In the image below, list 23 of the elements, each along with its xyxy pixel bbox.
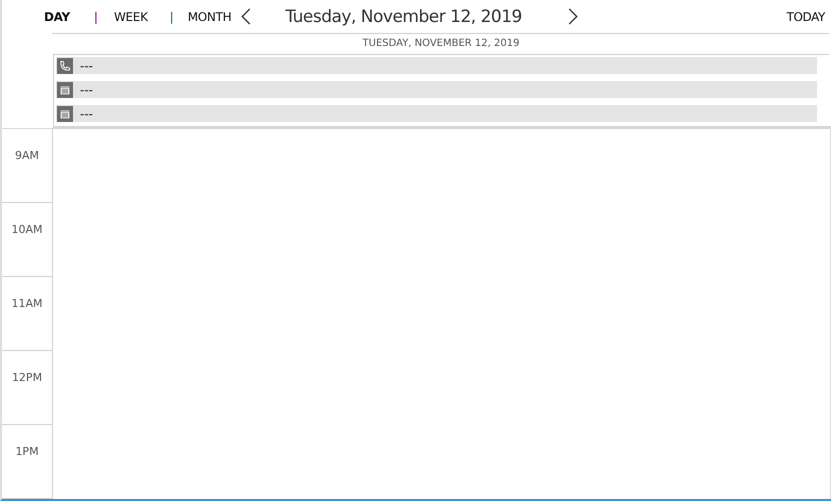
all-day-event[interactable]: --- [56,57,817,74]
phone-icon [57,58,73,74]
view-tab[interactable]: MONTH [188,10,232,24]
hour-label: 9AM [2,129,53,203]
separator: | [94,10,98,24]
all-day-event[interactable]: --- [56,81,817,98]
previous-button[interactable] [241,6,252,26]
day-header: TUESDAY, NOVEMBER 12, 2019 [53,34,829,55]
calendar-icon [57,82,73,98]
chevron-left-icon [241,8,252,25]
hour-label: 11AM [2,277,53,351]
chevron-right-icon [568,8,578,25]
all-day-event[interactable]: --- [56,105,817,122]
view-tab[interactable]: WEEK [114,10,148,24]
hour-label: 1PM [2,425,53,499]
calendar-icon [57,106,73,122]
date-title: Tuesday, November 12, 2019 [285,6,523,26]
view-tab[interactable]: DAY [44,10,70,24]
hour-label: 10AM [2,203,53,277]
separator: | [170,10,174,24]
next-button[interactable] [568,6,578,26]
hour-label: 12PM [2,351,53,425]
today-button[interactable]: TODAY [786,10,825,24]
